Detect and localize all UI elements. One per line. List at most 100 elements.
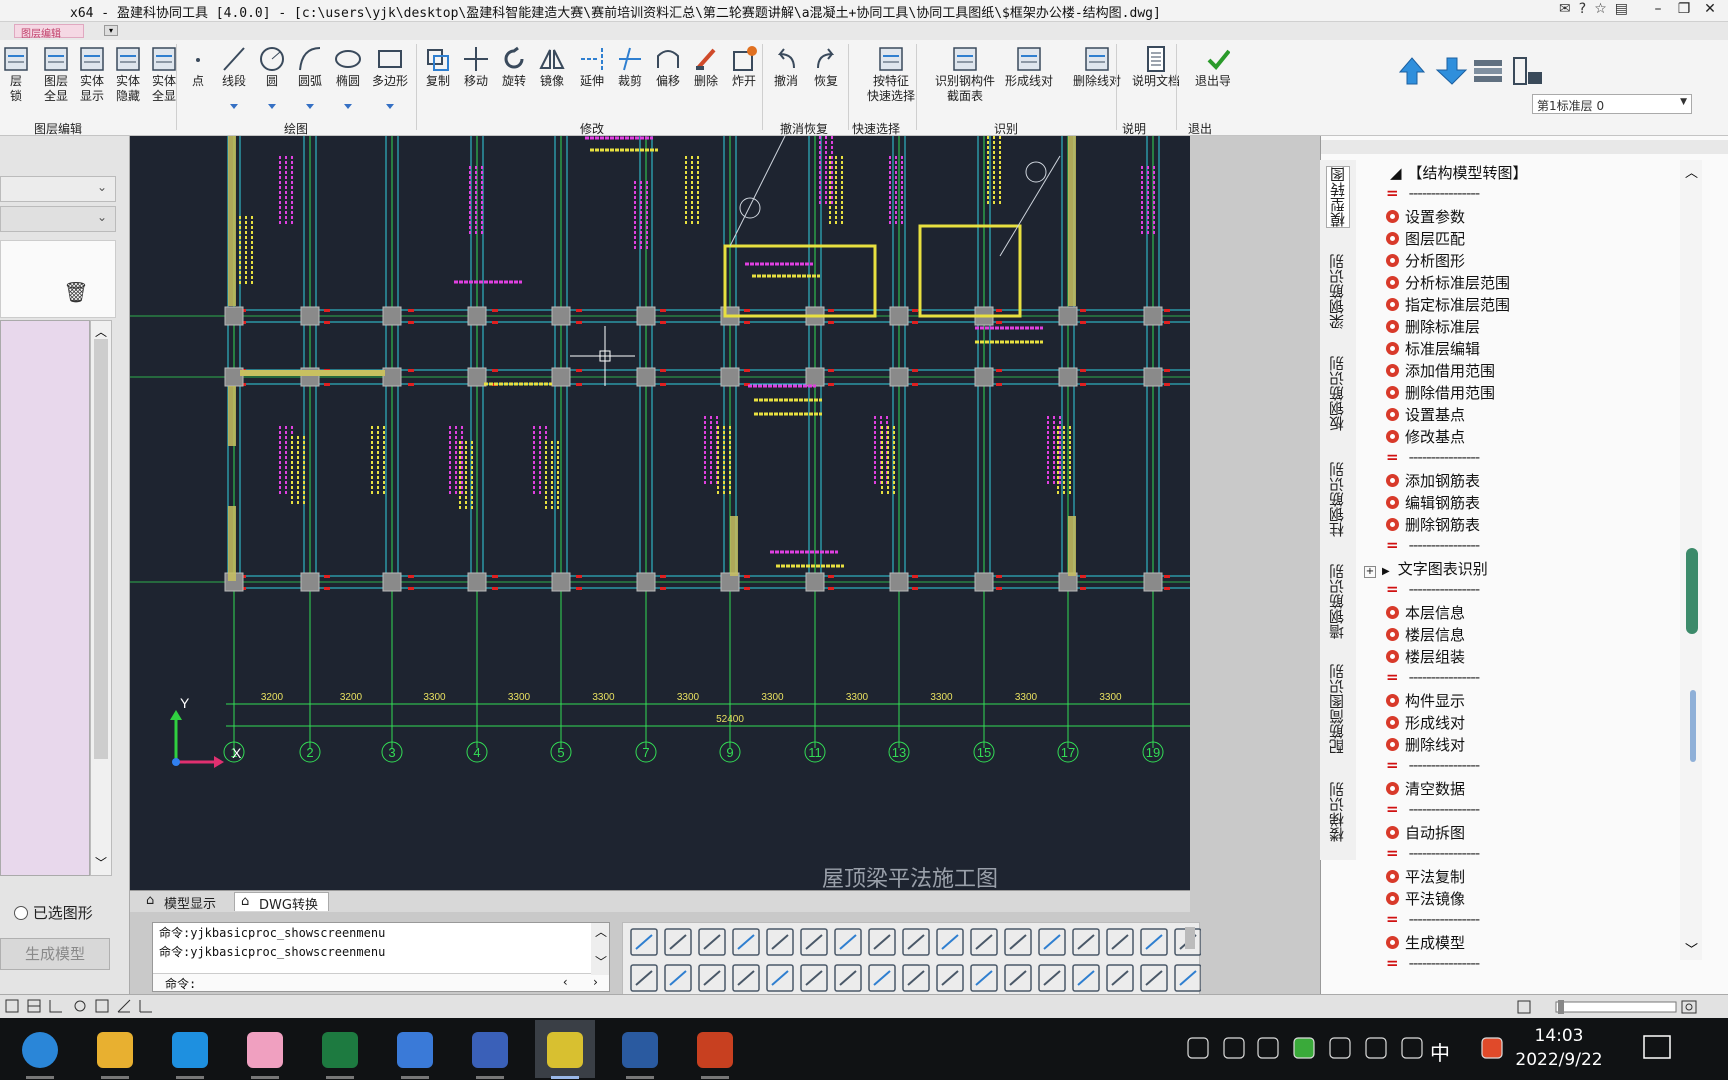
edge-icon[interactable] — [22, 1032, 58, 1079]
status-ucs-icon[interactable] — [139, 1000, 152, 1013]
view-cube-icon[interactable] — [766, 928, 794, 956]
wifi-icon[interactable] — [1365, 1037, 1387, 1059]
scroll-down-icon[interactable]: ﹀ — [595, 953, 607, 970]
ribbon-button-ellipse[interactable]: 椭圆 — [328, 44, 368, 89]
toolbar-grip[interactable] — [1185, 927, 1195, 949]
hatch-icon[interactable] — [732, 964, 760, 992]
notification-off-icon[interactable]: ✉ — [1559, 1, 1571, 17]
left-list-scrollbar[interactable]: ︿ ﹀ — [90, 320, 112, 876]
ribbon-button-redo[interactable]: 恢复 — [806, 44, 846, 89]
tree-item[interactable]: 构件显示 — [1386, 690, 1465, 712]
tree-item[interactable]: 设置基点 — [1386, 404, 1465, 426]
dropdown-arrow-icon[interactable] — [306, 104, 314, 109]
minimize-button[interactable]: – — [1648, 1, 1668, 17]
teapot-icon[interactable] — [1004, 928, 1032, 956]
folder-icon[interactable] — [97, 1032, 133, 1079]
ribbon-button-trim[interactable]: 裁剪 — [610, 44, 650, 89]
scroll-up-icon[interactable]: ︿ — [1685, 162, 1698, 181]
ie-icon[interactable] — [172, 1032, 208, 1079]
tree-item[interactable]: 添加钢筋表 — [1386, 470, 1480, 492]
ribbon-button-copy[interactable]: 复制 — [418, 44, 458, 89]
zoom-window-icon[interactable] — [936, 928, 964, 956]
ribbon-tab-layer-edit[interactable]: 图层编辑 — [14, 24, 84, 40]
trash-icon[interactable]: 🗑 — [62, 280, 90, 308]
close-button[interactable]: ✕ — [1700, 1, 1720, 17]
photos-icon[interactable] — [397, 1032, 433, 1079]
floor-down-icon[interactable] — [1435, 57, 1468, 85]
dropdown-arrow-icon[interactable] — [344, 104, 352, 109]
star-icon[interactable]: ☆ — [1594, 1, 1607, 17]
dropdown-arrow-icon[interactable] — [268, 104, 276, 109]
selected-shapes-radio[interactable]: 已选图形 — [14, 902, 93, 923]
sogou-ime-icon[interactable] — [1481, 1037, 1503, 1059]
ribbon-button-extend[interactable]: 延伸 — [572, 44, 612, 89]
ribbon-button-delete-linepair[interactable]: 删除线对 — [1062, 44, 1132, 89]
status-rect-icon[interactable] — [95, 999, 109, 1013]
block-icon[interactable] — [868, 964, 896, 992]
floor-layout-icon[interactable] — [1513, 57, 1542, 85]
erase-icon[interactable] — [902, 964, 930, 992]
ribbon-button-polygon[interactable]: 多边形 — [370, 44, 410, 89]
tree-folder[interactable]: + ▶ 文字图表识别 — [1364, 558, 1488, 580]
color-wheel-icon[interactable] — [1072, 964, 1100, 992]
microphone-icon[interactable] — [1257, 1037, 1279, 1059]
vertical-tab[interactable]: 梁钢筋识别 — [1326, 254, 1350, 329]
view-solid-icon[interactable] — [800, 928, 828, 956]
wrench-icon[interactable] — [664, 964, 692, 992]
ribbon-button-layer-showall[interactable]: 图层 全显 — [36, 44, 76, 104]
notification-bell-icon[interactable] — [1223, 1037, 1245, 1059]
yjk-icon[interactable] — [472, 1032, 508, 1079]
vertical-tab[interactable]: 配筋简图识别 — [1326, 664, 1350, 754]
ribbon-button-entity-show[interactable]: 实体 显示 — [72, 44, 112, 104]
floor-up-icon[interactable] — [1398, 57, 1426, 85]
scroll-down-icon[interactable]: ﹀ — [1685, 939, 1698, 958]
orbit-icon[interactable] — [868, 928, 896, 956]
expand-plus-icon[interactable]: + — [1364, 566, 1376, 578]
tree-item[interactable]: 设置参数 — [1386, 206, 1465, 228]
restore-button[interactable]: ❐ — [1674, 1, 1694, 17]
export-icon[interactable] — [1106, 964, 1134, 992]
generate-model-button[interactable]: 生成模型 — [0, 938, 110, 970]
tree-item[interactable]: 编辑钢筋表 — [1386, 492, 1480, 514]
tree-item[interactable]: 平法镜像 — [1386, 888, 1465, 910]
tree-item[interactable]: 分析标准层范围 — [1386, 272, 1510, 294]
tree-item[interactable]: 标准层编辑 — [1386, 338, 1480, 360]
yjk-active-icon[interactable] — [535, 1020, 595, 1079]
tree-item[interactable]: 自动拆图 — [1386, 822, 1465, 844]
scroll-right-icon[interactable]: › — [592, 975, 599, 989]
table-icon[interactable] — [1004, 964, 1032, 992]
powerpoint-icon[interactable] — [697, 1032, 733, 1079]
zoom-icon[interactable] — [970, 928, 998, 956]
command-scrollbar[interactable]: ︿ ﹀ — [591, 923, 609, 975]
tree-item[interactable]: 平法复制 — [1386, 866, 1465, 888]
tree-item[interactable]: 分析图形 — [1386, 250, 1465, 272]
ribbon-button-mirror[interactable]: 镜像 — [532, 44, 572, 89]
ribbon-button-line[interactable]: 线段 — [214, 44, 254, 89]
dropdown-arrow-icon[interactable] — [386, 104, 394, 109]
standard-floor-select[interactable]: 第1标准层 0 ▼ — [1532, 94, 1692, 114]
vertical-tab[interactable]: 模型转图 — [1326, 166, 1350, 228]
selection-list[interactable] — [0, 320, 90, 876]
status-menu-icon[interactable] — [1517, 1000, 1531, 1014]
tree-item[interactable]: 修改基点 — [1386, 426, 1465, 448]
radio-circle[interactable] — [14, 906, 28, 920]
vertical-tab[interactable]: 柱钢筋识别 — [1326, 462, 1350, 537]
scroll-down-icon[interactable]: ﹀ — [95, 854, 107, 871]
pdf-icon[interactable] — [766, 964, 794, 992]
tree-item[interactable]: 删除标准层 — [1386, 316, 1480, 338]
ribbon-button-rotate[interactable]: 旋转 — [494, 44, 534, 89]
chevron-up-icon[interactable] — [1187, 1037, 1209, 1059]
tab-model-display[interactable]: ⌂ 模型显示 — [140, 892, 226, 912]
battery-icon[interactable] — [1329, 1037, 1351, 1059]
command-window[interactable]: 命令:yjkbasicproc_showscreenmenu 命令:yjkbas… — [152, 922, 610, 992]
view-box-icon[interactable] — [732, 928, 760, 956]
clock[interactable]: 14:03 2022/9/22 — [1504, 1024, 1614, 1072]
lock-icon[interactable] — [1140, 964, 1168, 992]
vertical-tab[interactable]: 楼梯识别 — [1326, 782, 1350, 842]
excel-icon[interactable] — [322, 1032, 358, 1079]
left-combo-2[interactable]: ⌄ — [0, 206, 116, 232]
text-edit-icon[interactable] — [630, 964, 658, 992]
scroll-thumb[interactable] — [94, 339, 108, 759]
ribbon-button-circle[interactable]: 圆 — [252, 44, 292, 89]
pan-icon[interactable] — [902, 928, 930, 956]
